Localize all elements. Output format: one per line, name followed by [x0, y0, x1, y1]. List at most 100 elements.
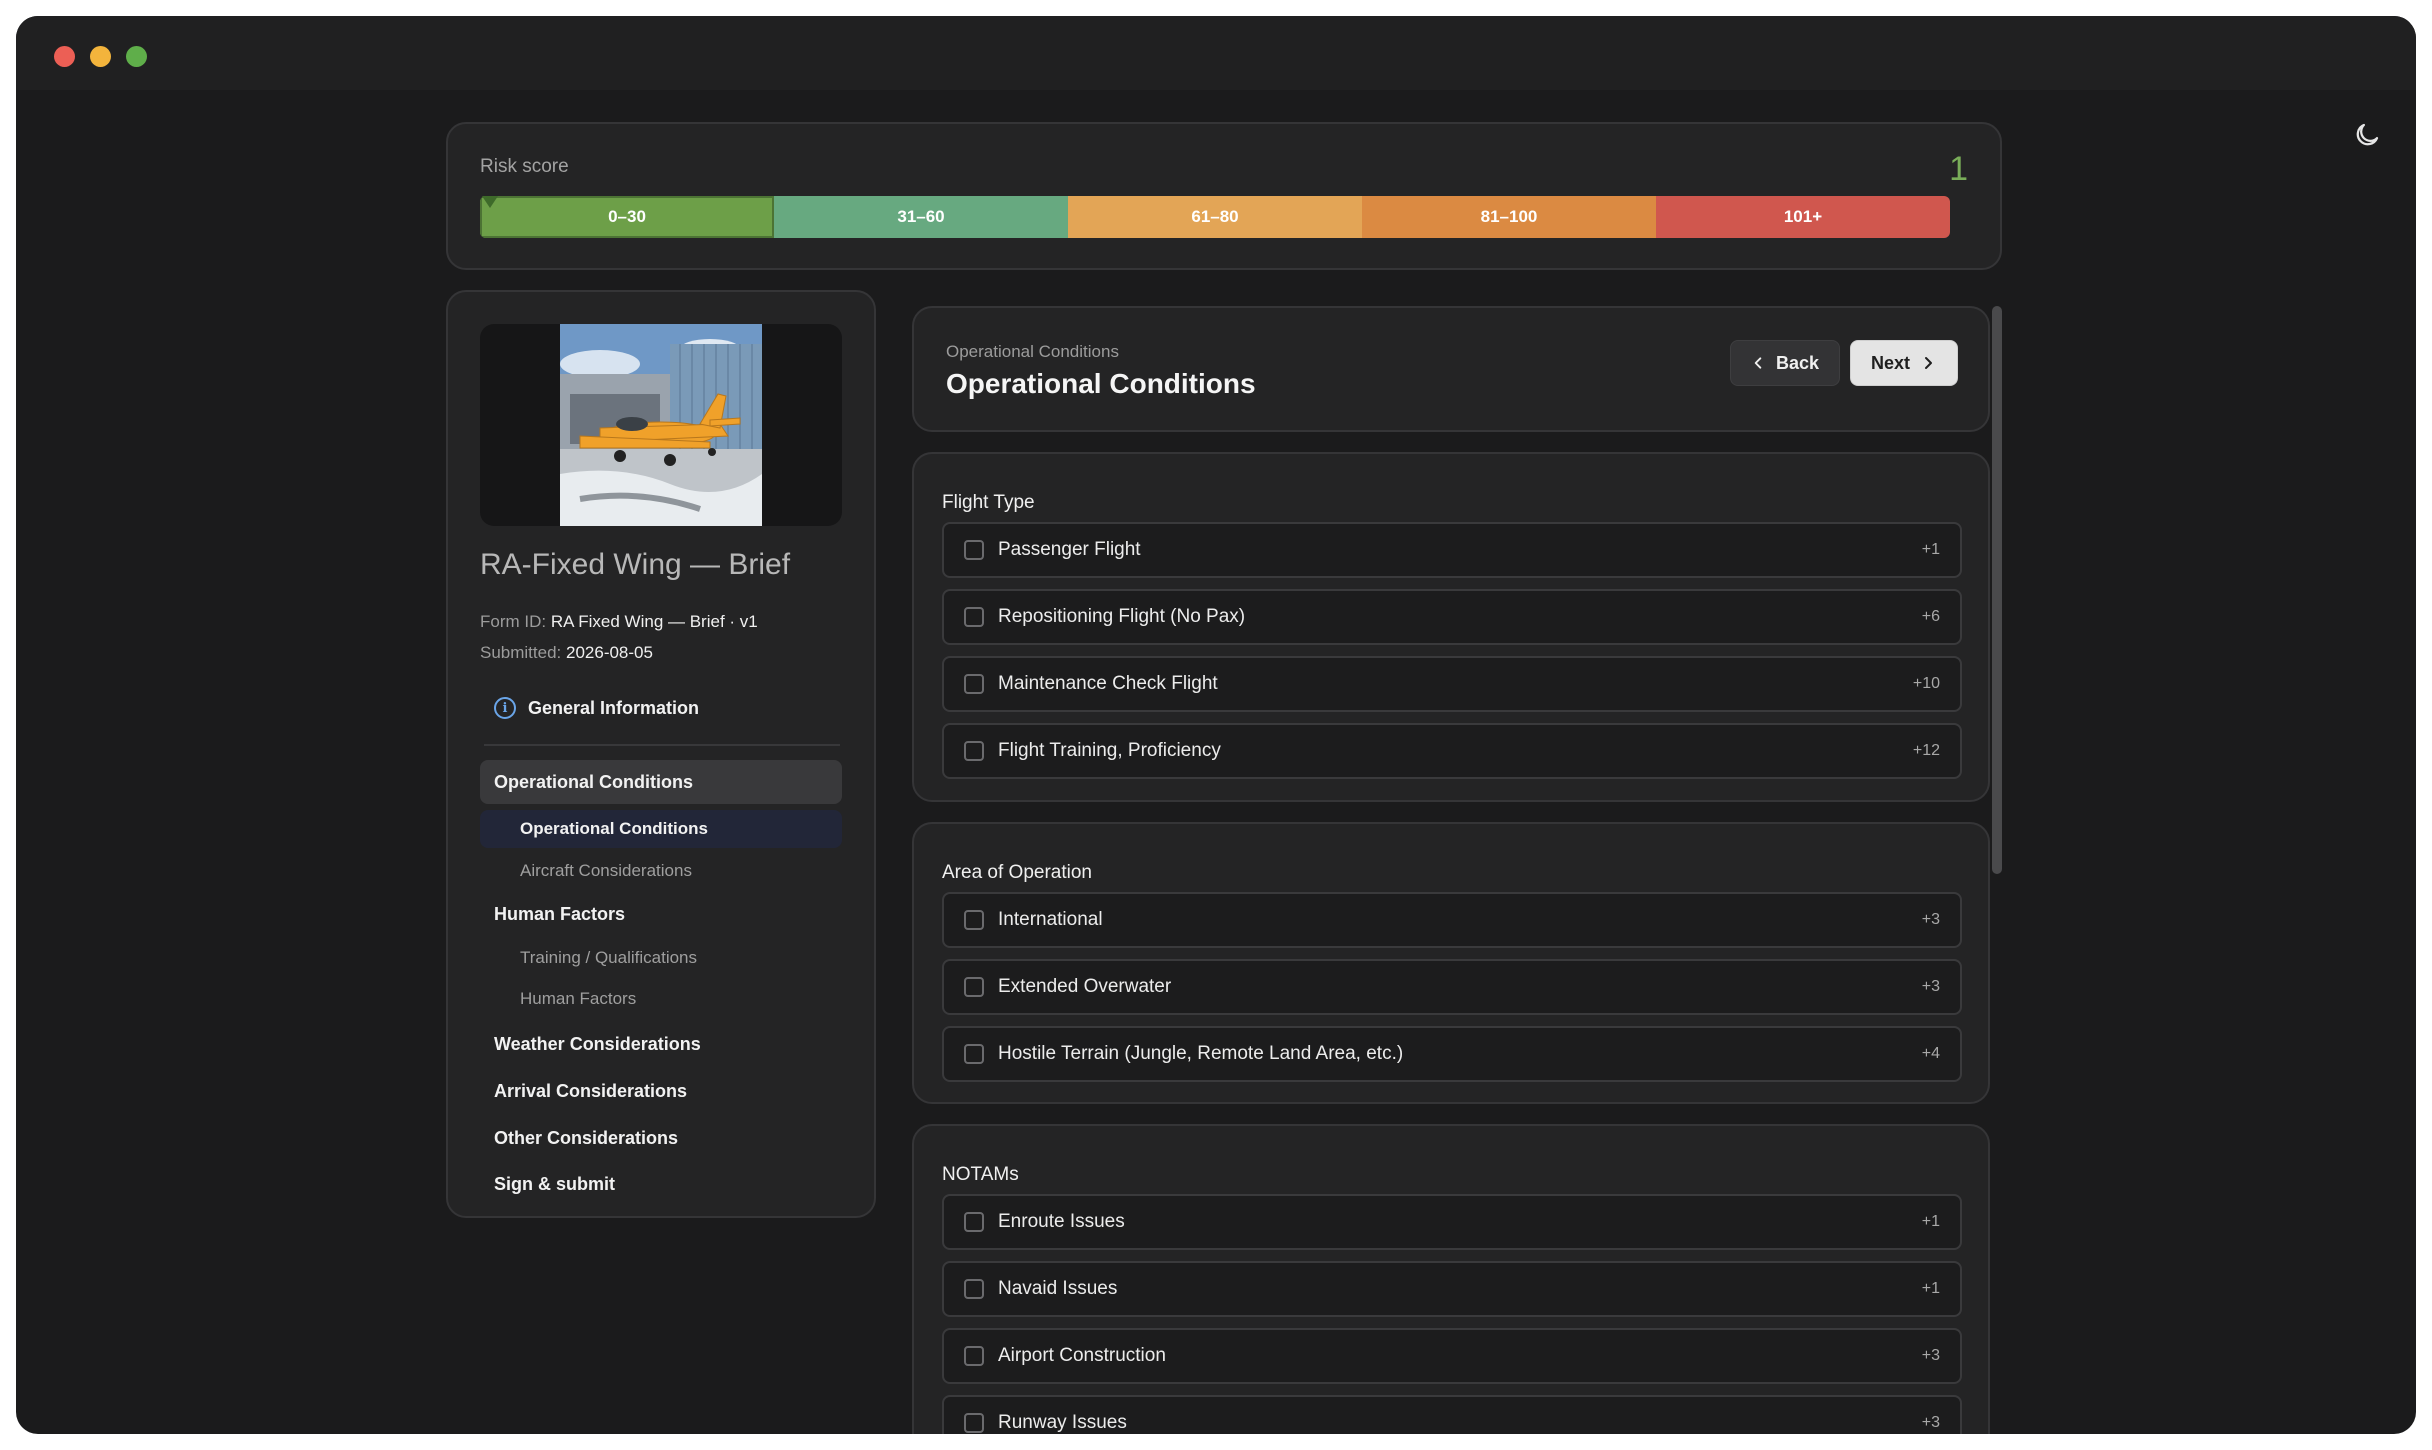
aircraft-photo-frame [480, 324, 842, 526]
option-hostile-terrain[interactable]: Hostile Terrain (Jungle, Remote Land Are… [942, 1026, 1962, 1082]
risk-score-panel: Risk score 1 0–30 31–60 61–80 81–100 101… [446, 122, 2002, 270]
aircraft-photo [560, 324, 762, 526]
option-label: International [998, 909, 1103, 930]
checkbox[interactable] [964, 607, 984, 627]
nav-general-information-label: General Information [528, 697, 700, 718]
checkbox[interactable] [964, 1279, 984, 1299]
form-id: Form ID: RA Fixed Wing — Brief · v1 [480, 612, 758, 632]
nav-other-considerations[interactable]: Other Considerations [480, 1118, 842, 1158]
option-extended-overwater[interactable]: Extended Overwater +3 [942, 959, 1962, 1015]
option-points: +3 [1921, 1414, 1940, 1431]
section-title: Area of Operation [942, 862, 1092, 883]
nav-sub-training-qualifications[interactable]: Training / Qualifications [480, 939, 842, 977]
option-repositioning-flight[interactable]: Repositioning Flight (No Pax) +6 [942, 589, 1962, 645]
option-points: +6 [1921, 608, 1940, 625]
page-title: Operational Conditions [946, 368, 1256, 399]
option-maintenance-check-flight[interactable]: Maintenance Check Flight +10 [942, 656, 1962, 712]
nav-sub-operational-conditions[interactable]: Operational Conditions [480, 810, 842, 848]
option-passenger-flight[interactable]: Passenger Flight +1 [942, 522, 1962, 578]
submitted-label: Submitted: [480, 643, 562, 662]
checkbox[interactable] [964, 540, 984, 560]
checkbox[interactable] [964, 977, 984, 997]
section-area-of-operation: Area of Operation International +3 Exten… [912, 822, 1990, 1104]
option-points: +10 [1912, 675, 1940, 692]
risk-segment-moderate: 31–60 [774, 196, 1068, 238]
option-points: +3 [1921, 911, 1940, 928]
option-label: Hostile Terrain (Jungle, Remote Land Are… [998, 1043, 1404, 1064]
option-flight-training[interactable]: Flight Training, Proficiency +12 [942, 723, 1962, 779]
chevron-right-icon [1925, 357, 1933, 369]
submitted-value: 2026-08-05 [566, 643, 653, 662]
close-window-button[interactable] [54, 46, 75, 67]
option-label: Repositioning Flight (No Pax) [998, 606, 1246, 627]
next-button-label: Next [1871, 352, 1911, 373]
back-button-label: Back [1775, 352, 1819, 373]
risk-score-marker [482, 196, 498, 208]
checkbox[interactable] [964, 741, 984, 761]
risk-segment-elevated: 61–80 [1068, 196, 1362, 238]
nav-sub-human-factors[interactable]: Human Factors [480, 980, 842, 1018]
form-title: RA-Fixed Wing — Brief [480, 548, 791, 581]
info-icon: i [494, 697, 516, 719]
main-scrollbar[interactable] [1992, 306, 2002, 874]
checkbox[interactable] [964, 1044, 984, 1064]
nav-human-factors[interactable]: Human Factors [480, 894, 842, 934]
checkbox[interactable] [964, 910, 984, 930]
app-window: Risk score 1 0–30 31–60 61–80 81–100 101… [16, 16, 2416, 1434]
option-points: +3 [1921, 978, 1940, 995]
minimize-window-button[interactable] [90, 46, 111, 67]
form-sidebar: RA-Fixed Wing — Brief Form ID: RA Fixed … [446, 290, 876, 1218]
nav-sign-submit[interactable]: Sign & submit [480, 1164, 842, 1204]
risk-score-label: Risk score [480, 156, 569, 177]
option-label: Flight Training, Proficiency [998, 740, 1221, 761]
submitted-date: Submitted: 2026-08-05 [480, 643, 653, 663]
nav-general-information[interactable]: i General Information [494, 697, 699, 719]
checkbox[interactable] [964, 1212, 984, 1232]
back-button[interactable]: Back [1730, 340, 1840, 386]
nav-weather-considerations[interactable]: Weather Considerations [480, 1024, 842, 1064]
chevron-left-icon [1754, 357, 1762, 369]
nav-arrival-considerations[interactable]: Arrival Considerations [480, 1071, 842, 1111]
section-notams: NOTAMs Enroute Issues +1 Navaid Issues +… [912, 1124, 1990, 1434]
checkbox[interactable] [964, 674, 984, 694]
form-id-label: Form ID: [480, 612, 547, 631]
title-bar [16, 16, 2416, 90]
option-enroute-issues[interactable]: Enroute Issues +1 [942, 1194, 1962, 1250]
risk-segment-severe: 101+ [1656, 196, 1950, 238]
option-points: +1 [1921, 1213, 1940, 1230]
option-navaid-issues[interactable]: Navaid Issues +1 [942, 1261, 1962, 1317]
option-label: Enroute Issues [998, 1211, 1125, 1232]
option-runway-issues[interactable]: Runway Issues +3 [942, 1395, 1962, 1434]
maximize-window-button[interactable] [126, 46, 147, 67]
option-points: +1 [1921, 541, 1940, 558]
option-points: +1 [1921, 1280, 1940, 1297]
section-flight-type: Flight Type Passenger Flight +1 Repositi… [912, 452, 1990, 802]
risk-segment-high: 81–100 [1362, 196, 1656, 238]
option-points: +12 [1912, 742, 1940, 759]
breadcrumb: Operational Conditions [946, 342, 1119, 361]
option-airport-construction[interactable]: Airport Construction +3 [942, 1328, 1962, 1384]
section-title: Flight Type [942, 492, 1035, 513]
section-header: Operational Conditions Operational Condi… [912, 306, 1990, 432]
option-international[interactable]: International +3 [942, 892, 1962, 948]
option-points: +3 [1921, 1347, 1940, 1364]
section-title: NOTAMs [942, 1164, 1019, 1185]
nav-sub-aircraft-considerations[interactable]: Aircraft Considerations [480, 852, 842, 890]
checkbox[interactable] [964, 1346, 984, 1366]
option-label: Passenger Flight [998, 539, 1141, 560]
nav-operational-conditions[interactable]: Operational Conditions [480, 760, 842, 804]
option-label: Maintenance Check Flight [998, 673, 1218, 694]
risk-score-value: 1 [1949, 150, 1968, 188]
option-points: +4 [1921, 1045, 1940, 1062]
risk-score-bar: 0–30 31–60 61–80 81–100 101+ [480, 196, 1950, 238]
risk-segment-low: 0–30 [480, 196, 774, 238]
option-label: Runway Issues [998, 1412, 1127, 1433]
option-label: Navaid Issues [998, 1278, 1118, 1299]
option-label: Airport Construction [998, 1345, 1166, 1366]
next-button[interactable]: Next [1850, 340, 1958, 386]
sidebar-divider [484, 744, 840, 746]
checkbox[interactable] [964, 1413, 984, 1433]
moon-icon[interactable] [2352, 120, 2382, 150]
option-label: Extended Overwater [998, 976, 1172, 997]
form-id-value: RA Fixed Wing — Brief · v1 [550, 612, 758, 631]
